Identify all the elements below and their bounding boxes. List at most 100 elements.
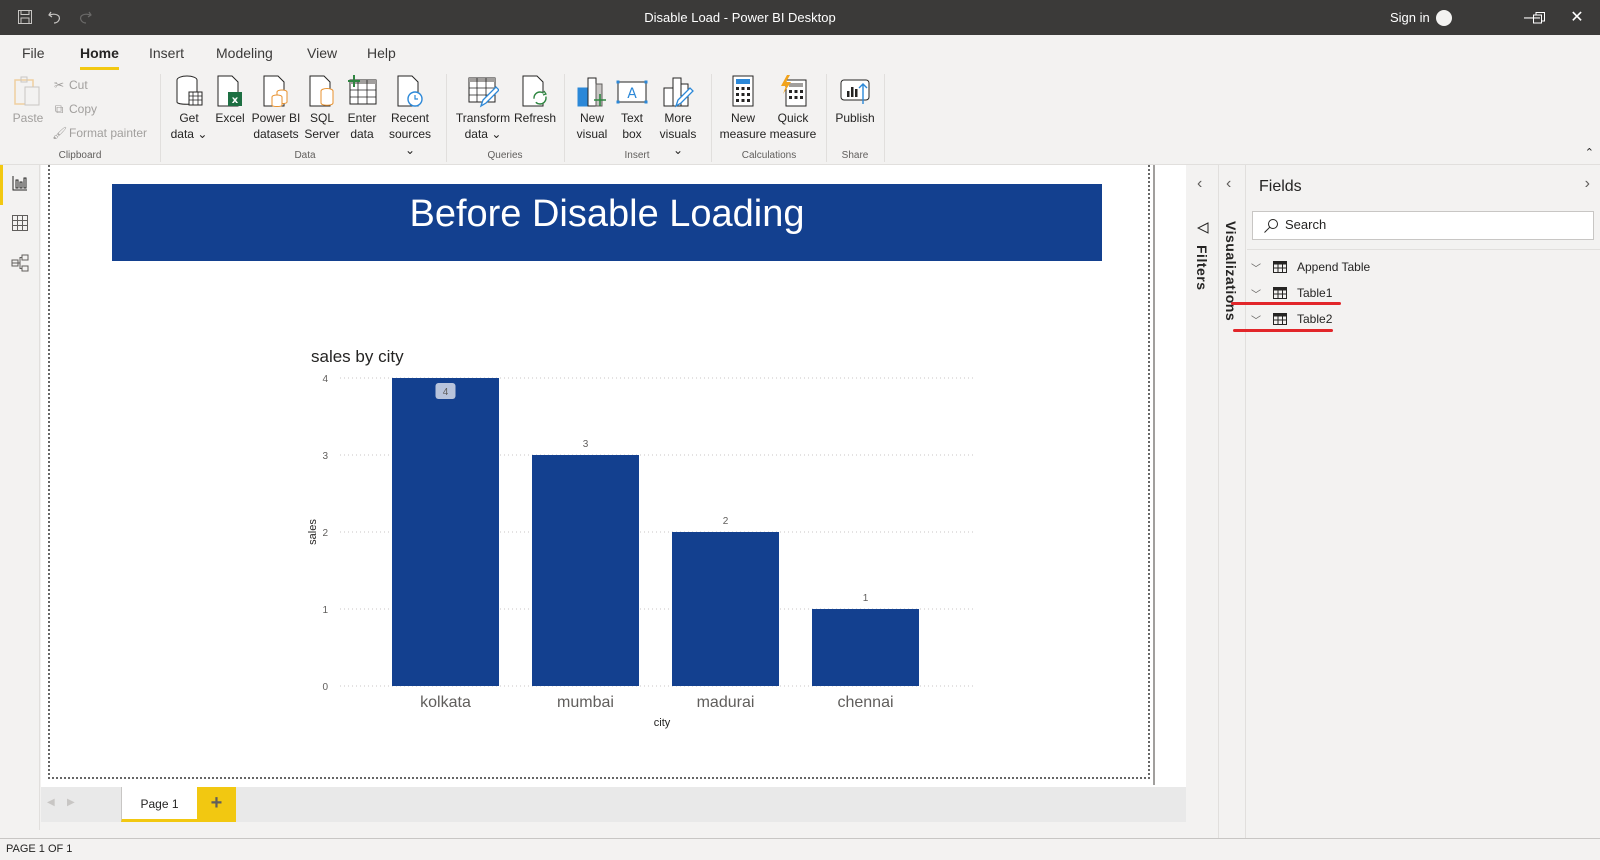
paste-label: Paste (12, 111, 44, 125)
window-title: Disable Load - Power BI Desktop (644, 10, 836, 25)
paste-icon (12, 74, 44, 108)
separator (826, 74, 827, 162)
table-name: Table2 (1297, 312, 1333, 326)
transform-data-button[interactable]: Transform data ⌄ (455, 74, 511, 142)
avatar[interactable] (1436, 10, 1452, 26)
sql-server-button[interactable]: SQL Server (302, 74, 342, 142)
copy-icon: ⧉ (54, 102, 64, 116)
format-painter-label: Format painter (69, 126, 148, 140)
collapse-fields-icon[interactable]: › (1585, 175, 1590, 193)
y-tick-label: 0 (322, 682, 328, 693)
bar-chart[interactable]: 0 1 2 3 4 4 kolkata 3 mumbai 2 madurai 1 chennai city… (290, 340, 990, 740)
model-view-icon (11, 254, 29, 277)
y-tick-label: 4 (322, 374, 328, 385)
table-icon (1273, 287, 1287, 299)
prev-page-icon[interactable]: ◀ (47, 797, 55, 808)
copy-button[interactable]: ⧉ Copy (52, 102, 97, 117)
excel-label: Excel (215, 111, 245, 125)
fields-search[interactable] (1252, 211, 1594, 240)
table-icon (1273, 313, 1287, 325)
paste-button[interactable]: Paste (10, 74, 46, 126)
close-button[interactable]: ✕ (1554, 0, 1600, 35)
y-tick-label: 3 (322, 451, 328, 462)
bar-mumbai[interactable] (532, 455, 639, 686)
enter-data-button[interactable]: Enter data (343, 74, 381, 142)
pbi-datasets-label-1: Power BI (251, 111, 301, 125)
separator (711, 74, 712, 162)
recent-sources-label-1: Recent (390, 111, 430, 125)
expand-visualizations-icon[interactable]: ‹ (1226, 175, 1231, 193)
sign-in-link[interactable]: Sign in (1390, 10, 1430, 25)
fields-search-input[interactable] (1285, 217, 1575, 232)
fields-pane: Fields › ﹀ Append Table ﹀ Table1 ﹀ Table… (1231, 165, 1600, 838)
group-label-insert: Insert (624, 150, 650, 161)
field-table-append-table[interactable]: ﹀ Append Table (1251, 256, 1370, 278)
more-visuals-button[interactable]: More visuals ⌄ (654, 74, 702, 158)
copy-label: Copy (69, 102, 98, 116)
publish-button[interactable]: Publish (833, 74, 877, 126)
tab-help[interactable]: Help (367, 45, 396, 70)
transform-data-icon (467, 74, 500, 108)
new-visual-label-2: visual (576, 127, 608, 141)
data-view-icon (12, 214, 28, 236)
new-visual-button[interactable]: New visual (572, 74, 612, 142)
quick-measure-button[interactable]: Quick measure (768, 74, 818, 142)
expand-filters-icon[interactable]: ‹ (1197, 175, 1202, 193)
get-data-button[interactable]: Get data ⌄ (169, 74, 209, 142)
group-label-data: Data (294, 150, 316, 161)
sql-server-label-1: SQL (309, 111, 334, 125)
svg-text:x: x (232, 95, 239, 106)
dataset-icon (260, 74, 292, 108)
annotation-underline (1231, 302, 1341, 305)
get-data-label-1: Get (179, 111, 199, 125)
new-measure-button[interactable]: New measure (718, 74, 768, 142)
title-bar: Disable Load - Power BI Desktop Sign in … (0, 0, 1600, 35)
chevron-down-icon[interactable]: ﹀ (1251, 286, 1267, 301)
enter-data-label-2: data (350, 127, 374, 141)
get-data-label-2: data ⌄ (170, 127, 208, 141)
chevron-down-icon[interactable]: ﹀ (1251, 260, 1267, 275)
report-view-button[interactable] (0, 165, 40, 205)
chevron-down-icon[interactable]: ﹀ (1251, 312, 1267, 327)
canvas-scroll-edge (1153, 165, 1155, 785)
data-label: 4 (443, 387, 449, 398)
refresh-button[interactable]: Refresh (513, 74, 557, 126)
text-box-button[interactable]: A Text box (614, 74, 650, 142)
transform-data-label-1: Transform (455, 111, 511, 125)
tab-modeling[interactable]: Modeling (216, 45, 273, 70)
add-page-button[interactable]: + (197, 787, 236, 822)
fields-title: Fields (1259, 178, 1302, 195)
model-view-button[interactable] (0, 245, 40, 285)
next-page-icon[interactable]: ▶ (67, 797, 75, 808)
data-view-button[interactable] (0, 205, 40, 245)
field-table-table1[interactable]: ﹀ Table1 (1251, 282, 1332, 304)
visualizations-pane[interactable]: ‹ Visualizations (1219, 165, 1246, 838)
new-visual-label-1: New (579, 111, 604, 125)
cut-button[interactable]: ✂ Cut (52, 78, 88, 92)
format-painter-button[interactable]: 🖌 Format painter (52, 126, 147, 140)
page-tab-1[interactable]: Page 1 (121, 787, 197, 822)
separator (884, 74, 885, 162)
bar-madurai[interactable] (672, 532, 779, 686)
tab-file[interactable]: File (22, 45, 45, 70)
collapse-ribbon-icon[interactable]: ⌃ (1585, 146, 1594, 159)
filters-pane[interactable]: ‹ Filters (1187, 165, 1219, 838)
more-visuals-label-1: More (664, 111, 692, 125)
title-banner[interactable]: Before Disable Loading (112, 184, 1102, 261)
bar-kolkata[interactable] (392, 378, 499, 686)
pbi-datasets-label-2: datasets (253, 127, 299, 141)
recent-sources-button[interactable]: Recent sources ⌄ (383, 74, 437, 158)
excel-button[interactable]: x Excel (212, 74, 248, 126)
x-tick-label: chennai (837, 694, 893, 711)
field-table-table2[interactable]: ﹀ Table2 (1251, 308, 1332, 330)
tab-insert[interactable]: Insert (149, 45, 184, 70)
tab-view[interactable]: View (307, 45, 337, 70)
annotation-underline (1233, 329, 1333, 332)
tab-home[interactable]: Home (80, 45, 119, 70)
banner-text: Before Disable Loading (409, 193, 805, 235)
filters-label: Filters (1194, 245, 1210, 291)
cut-label: Cut (69, 78, 88, 92)
bar-chennai[interactable] (812, 609, 919, 686)
power-bi-datasets-button[interactable]: Power BI datasets (250, 74, 302, 142)
refresh-label: Refresh (513, 111, 557, 125)
